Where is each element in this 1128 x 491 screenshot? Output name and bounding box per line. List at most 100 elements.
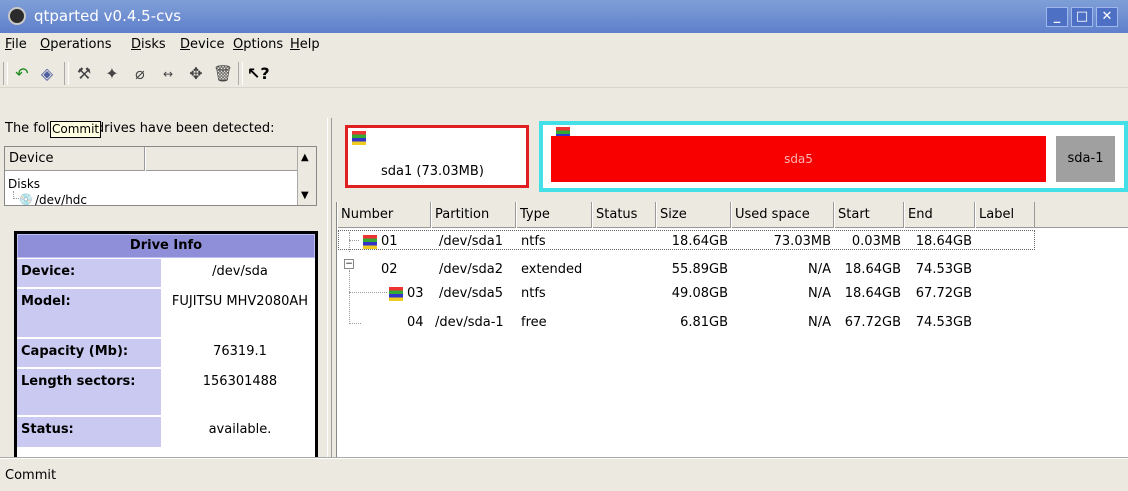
disk-icon: 💿	[19, 193, 33, 206]
toolbar: ↶ ◈ ⚒ ✦ ⌀ ↔ ✥ 🗑 ↖?	[0, 59, 1128, 88]
column-header-start[interactable]: Start	[834, 202, 904, 228]
app-icon[interactable]	[8, 7, 26, 25]
title-bar: qtparted v0.4.5-cvs _ □ ✕	[0, 0, 1128, 33]
column-header-end[interactable]: End	[904, 202, 975, 228]
table-row[interactable]: 04 /dev/sda-1 free 6.81GB N/A 67.72GB 74…	[337, 313, 1128, 332]
cell-start: 18.64GB	[844, 286, 901, 301]
info-value: available.	[208, 422, 272, 437]
column-header-type[interactable]: Type	[516, 202, 592, 228]
windows-icon	[389, 287, 405, 301]
tree-scrollbar[interactable]: ▲ ▼	[297, 147, 316, 205]
cell-type: ntfs	[521, 286, 546, 301]
column-header-status[interactable]: Status	[592, 202, 656, 228]
panel-splitter[interactable]	[327, 118, 332, 458]
cell-end: 74.53GB	[915, 315, 972, 330]
menu-bar: File Operations Disks Device Options Hel…	[0, 33, 1128, 59]
close-button[interactable]: ✕	[1096, 7, 1118, 27]
cell-used: N/A	[808, 286, 831, 301]
cell-partition: /dev/sda1	[439, 234, 503, 249]
menu-operations[interactable]: Operations	[40, 37, 111, 52]
window-title: qtparted v0.4.5-cvs	[34, 7, 182, 25]
cell-used: N/A	[808, 315, 831, 330]
undo-icon[interactable]: ↶	[11, 63, 33, 85]
cell-number: 04	[407, 315, 424, 330]
column-header-number[interactable]: Number	[337, 202, 431, 228]
column-header-partition[interactable]: Partition	[431, 202, 516, 228]
windows-icon	[363, 235, 379, 249]
commit-tooltip: Commit	[50, 121, 102, 138]
commit-icon[interactable]: ◈	[36, 63, 58, 85]
column-header-used[interactable]: Used space	[731, 202, 834, 228]
tree-header[interactable]: Device	[5, 147, 297, 171]
column-header-size[interactable]: Size	[656, 202, 731, 228]
tree-item-hdc[interactable]: /dev/hdc	[35, 193, 87, 207]
table-row[interactable]: 02 /dev/sda2 extended 55.89GB N/A 18.64G…	[337, 260, 1128, 279]
info-row-capacity: Capacity (Mb): 76319.1	[17, 339, 315, 367]
minimize-button[interactable]: _	[1046, 7, 1068, 27]
left-panel: The following drives have been detected:…	[0, 118, 322, 458]
scroll-up-icon[interactable]: ▲	[301, 152, 309, 163]
toolbar-separator	[3, 62, 8, 85]
tool-icon[interactable]: ⚒	[73, 63, 95, 85]
drive-info-panel: Drive Info Device: /dev/sda Model: FUJIT…	[14, 231, 318, 458]
cell-number: 02	[381, 262, 398, 277]
info-row-length: Length sectors: 156301488	[17, 369, 315, 415]
menu-file[interactable]: File	[5, 37, 27, 52]
cell-type: free	[521, 315, 547, 330]
maximize-button[interactable]: □	[1071, 7, 1093, 27]
eraser-icon[interactable]: ⌀	[129, 63, 151, 85]
cell-size: 6.81GB	[680, 315, 728, 330]
device-tree[interactable]: Device Disks 💿 /dev/hdc ▲ ▼	[4, 146, 317, 207]
cell-number: 03	[407, 286, 424, 301]
column-separator[interactable]	[144, 147, 146, 171]
cell-partition: /dev/sda2	[439, 262, 503, 277]
windows-icon	[352, 131, 366, 145]
cell-partition: /dev/sda-1	[435, 315, 504, 330]
partition-block-sda1[interactable]: sda1 (73.03MB)	[345, 125, 529, 188]
info-row-model: Model: FUJITSU MHV2080AH	[17, 289, 315, 337]
cell-start: 18.64GB	[844, 262, 901, 277]
disk-map: sda1 (73.03MB) sda5 sda-1	[336, 118, 1128, 198]
whatsthis-icon[interactable]: ↖?	[247, 63, 270, 85]
info-row-device: Device: /dev/sda	[17, 259, 315, 287]
info-value: 76319.1	[213, 344, 267, 359]
cell-start: 67.72GB	[844, 315, 901, 330]
cell-size: 49.08GB	[671, 286, 728, 301]
partition-block-sda5[interactable]: sda5	[551, 136, 1046, 182]
partition-block-free[interactable]: sda-1	[1056, 136, 1115, 182]
cell-end: 67.72GB	[915, 286, 972, 301]
info-key: Length sectors:	[17, 369, 161, 415]
cell-end: 74.53GB	[915, 262, 972, 277]
info-key: Device:	[17, 259, 161, 287]
cell-type: ntfs	[521, 234, 546, 249]
menu-help[interactable]: Help	[290, 37, 320, 52]
info-key: Capacity (Mb):	[17, 339, 161, 367]
cell-start: 0.03MB	[851, 234, 901, 249]
tree-header-device: Device	[9, 151, 54, 166]
trash-icon[interactable]: 🗑	[212, 63, 234, 85]
format-icon[interactable]: ✦	[101, 63, 123, 85]
cell-used: 73.03MB	[773, 234, 831, 249]
menu-options[interactable]: Options	[233, 37, 283, 52]
toolbar-separator	[64, 62, 69, 85]
status-bar: Commit	[0, 458, 1128, 491]
move-icon[interactable]: ✥	[185, 63, 207, 85]
column-header-label[interactable]: Label	[975, 202, 1035, 228]
cell-end: 18.64GB	[915, 234, 972, 249]
table-row[interactable]: 01 /dev/sda1 ntfs 18.64GB 73.03MB 0.03MB…	[337, 232, 1128, 251]
partition-table: Number Partition Type Status Size Used s…	[336, 202, 1128, 458]
partition-label: sda1 (73.03MB)	[381, 164, 484, 179]
cell-size: 55.89GB	[671, 262, 728, 277]
partition-block-extended[interactable]: sda5 sda-1	[539, 121, 1128, 192]
tree-item-disks[interactable]: Disks	[8, 177, 40, 191]
menu-device[interactable]: Device	[180, 37, 224, 52]
info-value: 156301488	[202, 374, 278, 389]
cell-number: 01	[381, 234, 398, 249]
scroll-down-icon[interactable]: ▼	[301, 190, 309, 201]
resize-icon[interactable]: ↔	[157, 63, 179, 85]
info-value: FUJITSU MHV2080AH	[171, 294, 309, 309]
table-row[interactable]: 03 /dev/sda5 ntfs 49.08GB N/A 18.64GB 67…	[337, 284, 1128, 303]
info-row-status: Status: available.	[17, 417, 315, 447]
cell-used: N/A	[808, 262, 831, 277]
menu-disks[interactable]: Disks	[131, 37, 166, 52]
